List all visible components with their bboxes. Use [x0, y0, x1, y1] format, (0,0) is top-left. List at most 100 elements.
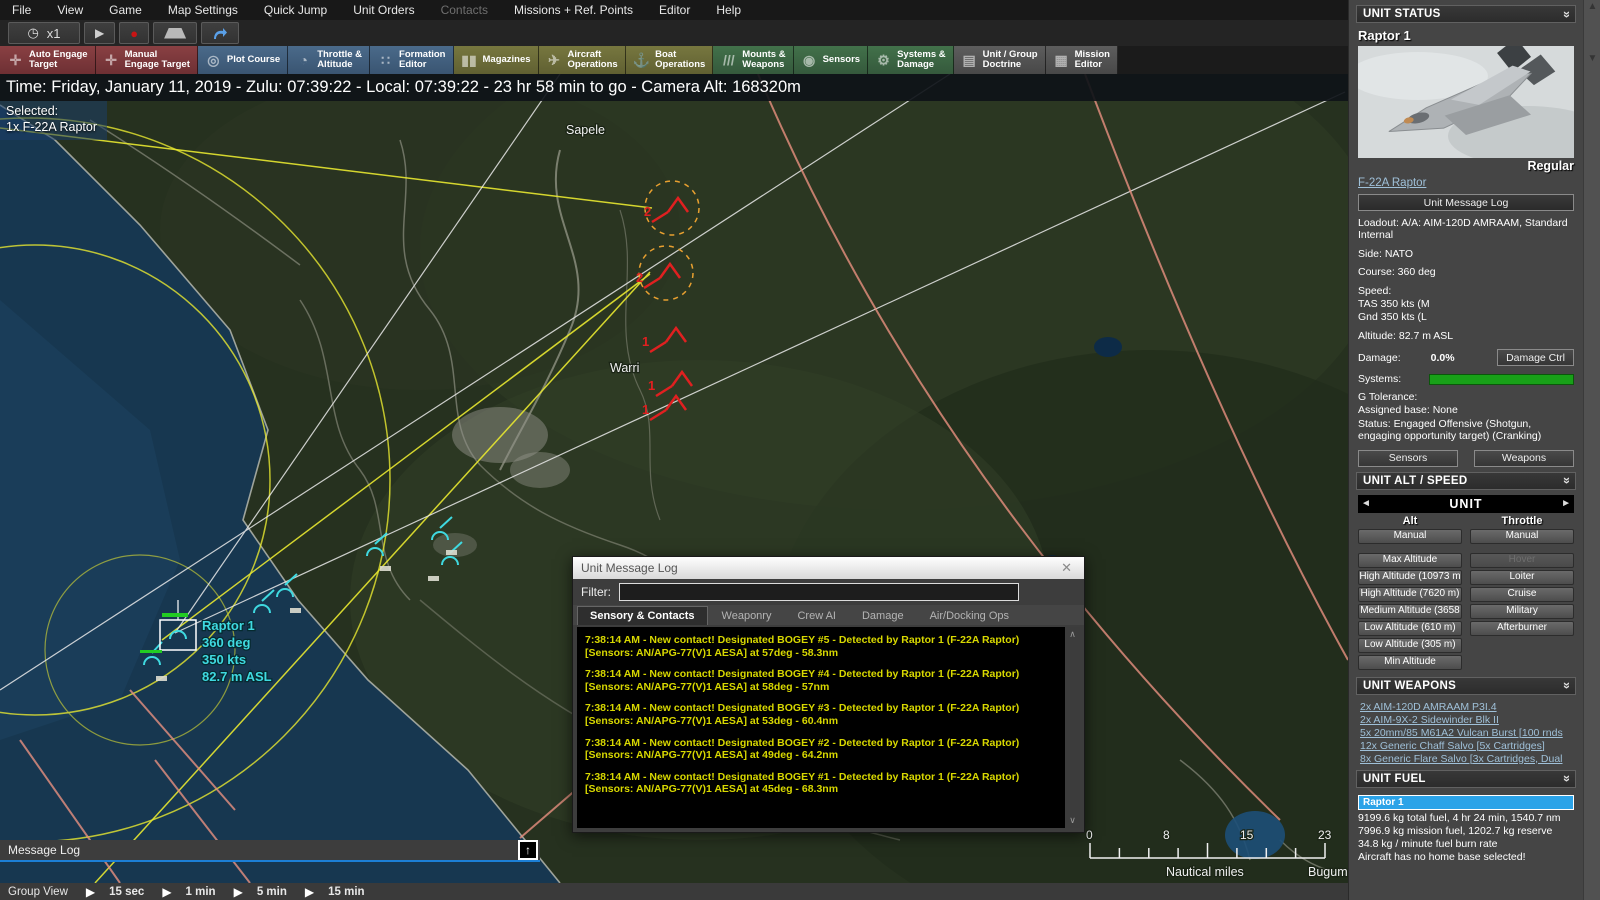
alt-low-610-button[interactable]: Low Altitude (610 m) — [1358, 620, 1462, 636]
systems-damage-button[interactable]: ⚙ Systems & Damage — [868, 46, 954, 74]
jump-bookmark-button[interactable] — [201, 22, 240, 44]
damage-ctrl-button[interactable]: Damage Ctrl — [1497, 349, 1574, 366]
formation-editor-button[interactable]: ∷ Formation Editor — [370, 46, 454, 74]
tab-air-docking-ops[interactable]: Air/Docking Ops — [918, 607, 1021, 625]
message-log-bar[interactable]: Message Log ↑ — [0, 840, 540, 862]
systems-label: Systems: — [1358, 373, 1402, 385]
unit-type-link[interactable]: F-22A Raptor — [1358, 177, 1426, 189]
nav-left-icon[interactable]: ◄ — [1358, 498, 1374, 509]
unit-message-log-dialog[interactable]: Unit Message Log ✕ Filter: Sensory & Con… — [572, 556, 1085, 833]
weapon-link[interactable]: 8x Generic Flare Salvo [3x Cartridges, D… — [1360, 753, 1572, 765]
unit-alt-speed-header[interactable]: UNIT ALT / SPEED « — [1356, 471, 1576, 490]
manual-engage-target-button[interactable]: ✛ Manual Engage Target — [95, 46, 198, 74]
boat-operations-button[interactable]: ⚓ Boat Operations — [625, 46, 714, 74]
alt-high-7620-button[interactable]: High Altitude (7620 m) — [1358, 586, 1462, 602]
menu-help[interactable]: Help — [716, 3, 741, 17]
alt-high-10973-button[interactable]: High Altitude (10973 m — [1358, 569, 1462, 585]
map-projection-icon — [164, 27, 187, 39]
scroll-up-icon[interactable]: ∧ — [1069, 627, 1076, 642]
aircraft-icon: ✈ — [548, 51, 560, 68]
throttle-afterburner-button[interactable]: Afterburner — [1470, 620, 1574, 636]
collapse-icon[interactable]: « — [1558, 682, 1573, 689]
dialog-titlebar[interactable]: Unit Message Log ✕ — [573, 557, 1084, 579]
plot-course-icon: ◎ — [207, 51, 220, 68]
message-list[interactable]: 7:38:14 AM - New contact! Designated BOG… — [577, 627, 1080, 828]
altitude-column: Alt Manual Max Altitude High Altitude (1… — [1358, 515, 1462, 672]
menu-game[interactable]: Game — [109, 3, 142, 17]
throttle-altitude-button[interactable]: ◔ Throttle & Altitude — [288, 46, 371, 74]
time-step-5min[interactable]: 5 min — [257, 886, 287, 898]
throttle-hover-button: Hover — [1470, 552, 1574, 568]
weapon-link[interactable]: 12x Generic Chaff Salvo [5x Cartridges] — [1360, 740, 1572, 752]
tab-damage[interactable]: Damage — [850, 607, 916, 625]
close-icon[interactable]: ✕ — [1057, 560, 1076, 576]
weapon-link[interactable]: 5x 20mm/85 M61A2 Vulcan Burst [100 rnds — [1360, 727, 1572, 739]
filter-input[interactable] — [619, 583, 1019, 601]
scroll-up-icon[interactable]: ▲ — [1584, 0, 1600, 14]
tab-sensory-contacts[interactable]: Sensory & Contacts — [577, 606, 708, 625]
menu-map-settings[interactable]: Map Settings — [168, 3, 238, 17]
scroll-down-icon[interactable]: ▼ — [1584, 52, 1600, 66]
unit-status-header[interactable]: UNIT STATUS « — [1356, 5, 1576, 23]
sensors-button[interactable]: ◉ Sensors — [793, 46, 869, 74]
alt-low-305-button[interactable]: Low Altitude (305 m) — [1358, 637, 1462, 653]
throttle-manual-button[interactable]: Manual — [1470, 528, 1574, 544]
tab-crew-ai[interactable]: Crew AI — [785, 607, 848, 625]
throttle-loiter-button[interactable]: Loiter — [1470, 569, 1574, 585]
menu-quick-jump[interactable]: Quick Jump — [264, 3, 327, 17]
group-view-toggle[interactable]: Group View — [0, 886, 68, 898]
nav-right-icon[interactable]: ► — [1558, 498, 1574, 509]
unit-name: Raptor 1 — [1358, 28, 1411, 43]
unit-fuel-header[interactable]: UNIT FUEL « — [1356, 769, 1576, 788]
time-step-15sec[interactable]: 15 sec — [109, 886, 144, 898]
time-step-1min[interactable]: 1 min — [186, 886, 216, 898]
expand-message-log-button[interactable]: ↑ — [518, 840, 538, 860]
mission-editor-button[interactable]: ▦ Mission Editor — [1045, 46, 1118, 74]
magazines-button[interactable]: ▮▮ Magazines — [453, 46, 539, 74]
sensors-panel-button[interactable]: Sensors — [1358, 449, 1458, 467]
menu-view[interactable]: View — [57, 3, 83, 17]
time-compression-button[interactable]: ◷ x1 — [8, 22, 80, 44]
menu-missions-ref-points[interactable]: Missions + Ref. Points — [514, 3, 633, 17]
message-list-scrollbar[interactable]: ∧ ∨ — [1065, 627, 1080, 828]
collapse-icon[interactable]: « — [1558, 775, 1573, 782]
dialog-title: Unit Message Log — [581, 561, 678, 575]
unit-group-doctrine-button[interactable]: ▤ Unit / Group Doctrine — [953, 46, 1046, 74]
time-step-15min[interactable]: 15 min — [328, 886, 364, 898]
map-layers-button[interactable] — [153, 22, 198, 44]
plot-course-button[interactable]: ◎ Plot Course — [197, 46, 289, 74]
menu-editor[interactable]: Editor — [659, 3, 690, 17]
alt-medium-3658-button[interactable]: Medium Altitude (3658 — [1358, 603, 1462, 619]
unit-weapons-header[interactable]: UNIT WEAPONS « — [1356, 676, 1576, 695]
g-tolerance-text: G Tolerance: — [1358, 391, 1418, 403]
alt-max-button[interactable]: Max Altitude — [1358, 552, 1462, 568]
collapse-icon[interactable]: « — [1558, 477, 1573, 484]
engage-target-icon: ✛ — [105, 51, 117, 68]
scroll-down-icon[interactable]: ∨ — [1069, 813, 1076, 828]
play-button[interactable]: ▶ — [84, 22, 116, 44]
aircraft-operations-button[interactable]: ✈ Aircraft Operations — [538, 46, 626, 74]
mounts-weapons-button[interactable]: ///Mounts & Weapons — [713, 46, 794, 74]
svg-text:15: 15 — [1240, 828, 1254, 842]
collapse-icon[interactable]: « — [1558, 10, 1573, 17]
unit-message-log-button[interactable]: Unit Message Log — [1358, 194, 1574, 211]
fuel-selected-unit[interactable]: Raptor 1 — [1358, 794, 1574, 810]
record-button[interactable]: ● — [119, 22, 150, 44]
tab-weaponry[interactable]: Weaponry — [710, 607, 784, 625]
throttle-icon: ◔ — [299, 52, 308, 68]
record-icon: ● — [130, 25, 139, 41]
up-arrow-icon: ↑ — [525, 843, 531, 857]
menu-file[interactable]: File — [12, 3, 31, 17]
alt-manual-button[interactable]: Manual — [1358, 528, 1462, 544]
menu-unit-orders[interactable]: Unit Orders — [353, 3, 414, 17]
throttle-cruise-button[interactable]: Cruise — [1470, 586, 1574, 602]
auto-engage-target-button[interactable]: ✛ Auto Engage Target — [0, 46, 96, 74]
sidebar-scrollbar[interactable]: ▲ ▼ — [1583, 0, 1600, 900]
time-speed-value: x1 — [46, 25, 61, 41]
throttle-military-button[interactable]: Military — [1470, 603, 1574, 619]
message-entry: 7:38:14 AM - New contact! Designated BOG… — [585, 668, 1020, 693]
weapon-link[interactable]: 2x AIM-120D AMRAAM P3I.4 — [1360, 701, 1572, 713]
alt-min-button[interactable]: Min Altitude — [1358, 654, 1462, 670]
weapon-link[interactable]: 2x AIM-9X-2 Sidewinder Blk II — [1360, 714, 1572, 726]
weapons-panel-button[interactable]: Weapons — [1474, 449, 1574, 467]
